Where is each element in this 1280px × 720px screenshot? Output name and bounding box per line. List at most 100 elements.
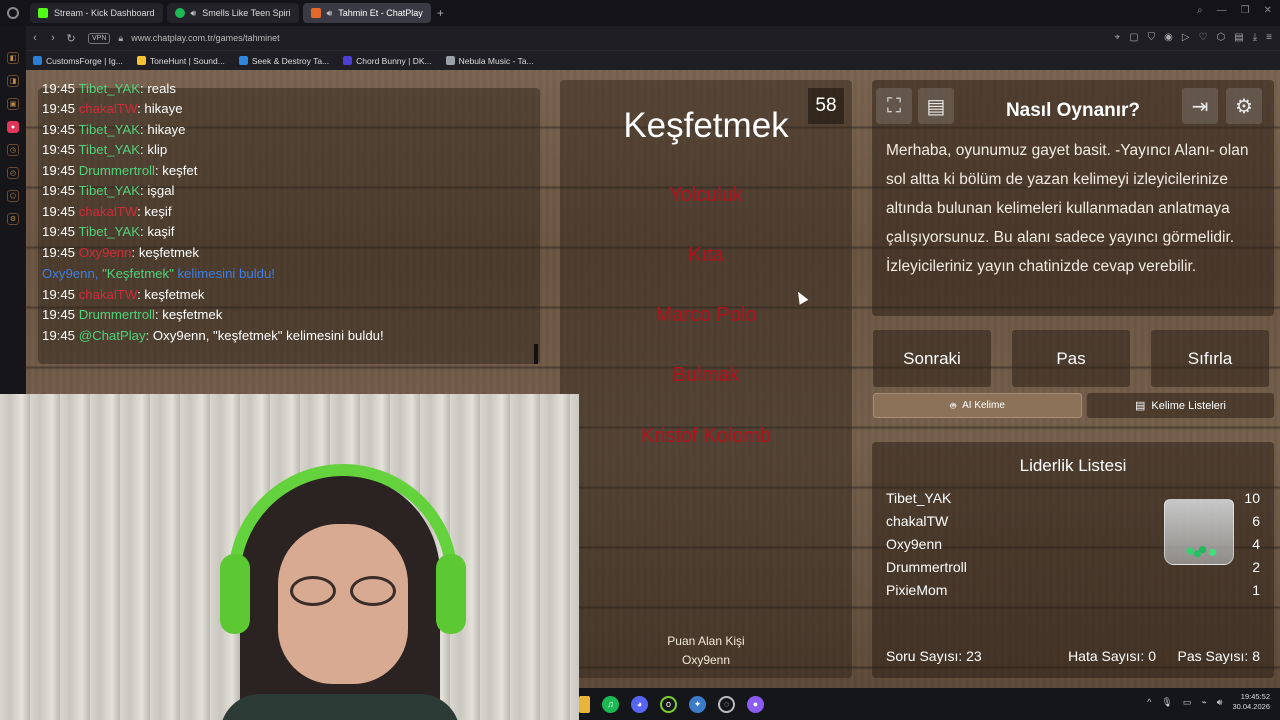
bookmark-customsforge[interactable]: CustomsForge | Ig... (26, 56, 130, 66)
player-name: PixieMom (886, 582, 948, 598)
volume-icon[interactable]: 🔊︎ (1217, 697, 1223, 708)
sidebar-clock-icon[interactable]: ◴ (7, 167, 19, 179)
download-icon[interactable]: ⤓ (1253, 32, 1257, 43)
gem-jar-icon (1164, 499, 1234, 565)
reload-icon[interactable]: ↻ (62, 32, 80, 45)
error-count: Hata Sayısı: 0 (1068, 648, 1156, 664)
maximize-icon[interactable]: ❐ (1241, 5, 1250, 16)
bookmark-label: ToneHunt | Sound... (149, 55, 225, 66)
reset-button[interactable]: Sıfırla (1151, 330, 1269, 387)
tray-chevron-icon[interactable]: ^ (1147, 697, 1151, 707)
sidebar-settings-icon[interactable]: ⚙ (7, 213, 19, 225)
snapshot-icon[interactable]: ▢ (1129, 32, 1138, 43)
player-score: 4 (1252, 536, 1260, 552)
player-score: 1 (1252, 582, 1260, 598)
pass-button[interactable]: Pas (1012, 330, 1130, 387)
obs-icon[interactable]: ◌ (718, 695, 735, 713)
vpn-badge[interactable]: VPN (88, 32, 111, 44)
chat-time: 19:45 (42, 101, 76, 116)
system-tray: ^ 🎙︎ ▭ ⌁ 🔊︎ 19:45:52 30.04.2026 (1147, 692, 1270, 712)
browser-tab-bar: Stream - Kick Dashboard 🔊︎ Smells Like T… (0, 0, 1280, 26)
opera-gx-icon[interactable]: o (660, 695, 677, 713)
word-panel: 58 Keşfetmek Yolculuk Kıta Marco Polo Bu… (560, 80, 852, 678)
clock[interactable]: 19:45:52 30.04.2026 (1232, 692, 1270, 712)
close-icon[interactable]: ✕ (1264, 5, 1272, 16)
bookmark-nebula-music[interactable]: Nebula Music - Ta... (439, 56, 541, 66)
robot-icon: 🤖︎ (950, 400, 957, 412)
chat-line: 19:45 Tibet_YAK: kaşif (42, 224, 175, 239)
play-icon[interactable]: ▷ (1182, 32, 1190, 43)
shield-icon[interactable]: ⛉ (1148, 32, 1156, 43)
exit-icon[interactable]: ⇥ (1182, 88, 1218, 124)
player-name: Tibet_YAK (886, 490, 952, 506)
camera-icon[interactable]: ◉ (1164, 32, 1173, 43)
sidebar-extensions-icon[interactable]: ⬠ (7, 190, 19, 202)
next-button[interactable]: Sonraki (873, 330, 991, 387)
player-score: 10 (1244, 490, 1260, 506)
bookmark-icon (238, 56, 248, 65)
pin-icon[interactable]: ⌖ (1115, 32, 1121, 43)
bookmark-icon (33, 56, 42, 65)
sidebar-music-icon[interactable]: ▣ (7, 98, 19, 110)
chat-user: chakalTW (78, 101, 138, 116)
tab-spotify[interactable]: 🔊︎ Smells Like Teen Spiri (166, 3, 299, 23)
url-field[interactable]: www.chatplay.com.tr/games/tahminet (131, 33, 279, 43)
chat-line: 19:45 Drummertroll: keşfetmek (42, 307, 223, 322)
forbidden-word: Kristof Kolomb (640, 425, 772, 447)
sidebar-twitch-icon[interactable]: ● (7, 121, 19, 133)
kick-icon (38, 8, 48, 18)
sidebar-messenger-icon[interactable]: ◧ (7, 52, 19, 64)
minimize-icon[interactable]: — (1217, 5, 1227, 16)
bookmark-chord-bunny[interactable]: Chord Bunny | DK... (336, 56, 438, 66)
menu-icon[interactable]: ≡ (1266, 32, 1272, 43)
extensions-icon[interactable]: ⬡ (1217, 32, 1226, 43)
opera-logo-icon[interactable] (0, 0, 26, 26)
bookmark-label: Nebula Music - Ta... (458, 55, 534, 66)
tab-kick-dashboard[interactable]: Stream - Kick Dashboard (30, 3, 163, 23)
folder-icon[interactable] (579, 695, 590, 713)
tab-tahmin-et[interactable]: 🔊︎ Tahmin Et - ChatPlay (302, 3, 431, 23)
chat-text: Oxy9enn, "keşfetmek" kelimesini buldu! (152, 328, 384, 343)
discord-icon[interactable]: ◕ (631, 695, 648, 713)
help-text: Merhaba, oyunumuz gayet basit. -Yayıncı … (886, 142, 1249, 275)
forbidden-word: Kıta (688, 244, 724, 266)
chat-scrollbar[interactable] (534, 344, 538, 364)
clipboard-icon[interactable]: ▤ (1234, 32, 1243, 43)
bookmark-tonehunt[interactable]: ToneHunt | Sound... (130, 56, 232, 66)
heart-icon[interactable]: ♡ (1199, 32, 1208, 43)
player-score: 6 (1252, 513, 1260, 529)
sidebar-gx-icon[interactable]: ◨ (7, 75, 19, 87)
bookmark-seek-destroy[interactable]: Seek & Destroy Ta... (232, 56, 336, 66)
spotify-icon[interactable]: ♫ (602, 695, 619, 713)
list-icon: ▤ (1135, 400, 1146, 412)
chat-text: keşfet (162, 163, 198, 178)
os-taskbar: ♫ ◕ o ✦ ◌ ● ^ 🎙︎ ▭ ⌁ 🔊︎ 19:45:52 30.04.2… (579, 688, 1280, 720)
app-purple-icon[interactable]: ● (747, 695, 764, 713)
chat-time: 19:45 (42, 122, 76, 137)
back-icon[interactable]: ‹ (26, 32, 44, 44)
word-lists-button[interactable]: ▤ Kelime Listeleri (1087, 393, 1274, 418)
forward-icon[interactable]: › (44, 32, 62, 44)
chat-user: Tibet_YAK (78, 142, 141, 157)
chat-system-message: Oxy9enn, "Keşfetmek" kelimesini buldu! (42, 266, 275, 281)
clock-time: 19:45:52 (1240, 692, 1270, 701)
new-tab-button[interactable]: + (437, 6, 444, 20)
player-name: Drummertroll (886, 559, 967, 575)
network-icon[interactable]: ⌁ (1201, 697, 1206, 708)
lock-icon[interactable]: 🔒︎ (118, 33, 123, 44)
chat-line: 19:45 Oxy9enn: keşfetmek (42, 245, 199, 260)
chat-text: işgal (147, 183, 175, 198)
forbidden-word: Bulmak (672, 364, 740, 386)
mic-icon[interactable]: 🎙︎ (1161, 697, 1172, 708)
app-icon[interactable]: ✦ (689, 695, 706, 713)
display-icon[interactable]: ▭ (1183, 697, 1192, 708)
leaderboard-panel: Liderlik Listesi Tibet_YAK 10 chakalTW 6 O… (872, 442, 1274, 678)
settings-gear-icon[interactable]: ⚙ (1226, 88, 1262, 124)
chat-user: chakalTW (78, 204, 138, 219)
bookmarks-bar: CustomsForge | Ig... ToneHunt | Sound...… (26, 50, 1280, 70)
ai-word-button[interactable]: 🤖︎ AI Kelime (873, 393, 1082, 418)
bookmark-label: Chord Bunny | DK... (356, 55, 432, 66)
sidebar-history-icon[interactable]: ◷ (7, 144, 19, 156)
target-word: Keşfetmek (623, 106, 789, 145)
search-icon[interactable]: ⌕ (1197, 5, 1203, 16)
